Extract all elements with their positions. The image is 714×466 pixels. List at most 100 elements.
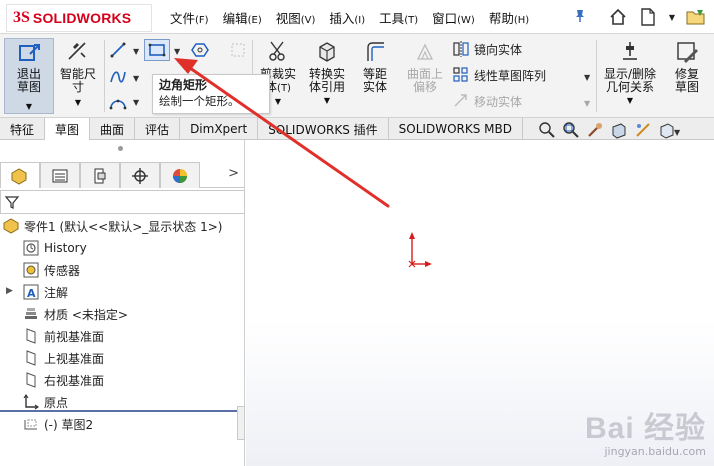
menu-tools[interactable]: 工具(T) <box>379 8 418 27</box>
new-dropdown-icon[interactable]: ▼ <box>666 5 678 29</box>
sketch-origin-icon <box>408 232 432 268</box>
dimxpert-manager-tab-icon[interactable] <box>120 162 160 188</box>
home-icon[interactable] <box>606 5 630 29</box>
tree-root-part[interactable]: 零件1 (默认<<默认>_显示状态 1>) <box>2 216 222 236</box>
tab-dimxpert[interactable]: DimXpert <box>180 118 259 140</box>
arc-dropdown-icon[interactable]: ▼ <box>133 98 139 107</box>
open-folder-icon[interactable] <box>684 5 708 29</box>
tab-addins[interactable]: SOLIDWORKS 插件 <box>258 118 389 140</box>
move-entities-button: 移动实体 <box>452 92 522 110</box>
menu-help[interactable]: 帮助(H) <box>489 8 529 27</box>
tree-item-sketch2[interactable]: (-) 草图2 <box>22 414 93 434</box>
history-icon <box>22 239 40 257</box>
dynamic-annotation-icon[interactable] <box>634 121 652 139</box>
disabled-tool-icon <box>228 40 248 60</box>
tree-item-sensors[interactable]: 传感器 <box>22 260 80 280</box>
zoom-fit-icon[interactable] <box>538 121 556 139</box>
menu-window[interactable]: 窗口(W) <box>432 8 475 27</box>
ribbon-separator <box>104 40 105 112</box>
filter-icon[interactable] <box>4 194 20 210</box>
tooltip-description: 绘制一个矩形。 <box>159 94 240 108</box>
configuration-manager-tab-icon[interactable] <box>80 162 120 188</box>
solidworks-logo[interactable]: 3S SOLIDWORKS <box>6 4 152 32</box>
feature-manager-panel: > 零件1 (默认<<默认>_显示状态 1>) History 传感器 ▶ A … <box>0 140 245 466</box>
repair-sketch-icon <box>672 38 702 66</box>
view-orientation-icon[interactable]: ▼ <box>658 121 680 139</box>
logo-text: SOLIDWORKS <box>32 10 132 26</box>
tree-item-label: 材质 <未指定> <box>44 307 128 322</box>
convert-label: 转换实体引用 <box>308 67 345 94</box>
offset-surface-label: 曲面上偏移 <box>406 67 443 94</box>
chevron-right-icon[interactable]: > <box>228 166 239 181</box>
mirror-entities-button[interactable]: 镜向实体 <box>452 40 522 58</box>
expand-annotations-icon[interactable]: ▶ <box>6 286 13 296</box>
polygon-icon[interactable] <box>190 40 210 60</box>
tree-root-label: 零件1 (默认<<默认>_显示状态 1>) <box>24 219 223 234</box>
new-document-icon[interactable] <box>636 5 660 29</box>
section-view-icon[interactable] <box>610 121 628 139</box>
panel-splitter-handle[interactable] <box>118 146 123 151</box>
tree-item-front-plane[interactable]: 前视基准面 <box>22 326 104 346</box>
title-bar: 3S SOLIDWORKS 文件(F) 编辑(E) 视图(V) 插入(I) 工具… <box>0 0 714 34</box>
arc-icon[interactable] <box>108 92 128 112</box>
zoom-area-icon[interactable] <box>562 121 580 139</box>
smart-dimension-icon <box>63 38 93 66</box>
display-manager-tab-icon[interactable] <box>160 162 200 188</box>
tooltip-title: 边角矩形 <box>159 78 208 92</box>
svg-text:A: A <box>27 287 36 300</box>
tab-evaluate[interactable]: 评估 <box>135 118 181 140</box>
menu-view[interactable]: 视图(V) <box>276 8 316 27</box>
graphics-area[interactable]: Bai 经验 jingyan.baidu.com <box>246 140 714 466</box>
menu-edit[interactable]: 编辑(E) <box>223 8 262 27</box>
line-icon[interactable] <box>108 40 128 60</box>
rollback-bar[interactable] <box>0 410 245 412</box>
offset-icon <box>360 38 390 66</box>
sketch-icon <box>22 415 40 433</box>
ribbon-separator <box>596 40 597 112</box>
display-delete-relations-button[interactable]: 显示/删除几何关系 ▼ <box>600 38 660 114</box>
tree-item-label: 右视基准面 <box>44 373 105 388</box>
pattern-dropdown-icon[interactable]: ▼ <box>584 73 590 82</box>
menu-insert[interactable]: 插入(I) <box>329 8 365 27</box>
tab-mbd[interactable]: SOLIDWORKS MBD <box>389 118 523 140</box>
origin-icon <box>22 393 40 411</box>
tree-item-label: 注解 <box>44 285 69 300</box>
corner-rectangle-icon[interactable] <box>144 39 170 61</box>
feature-tree-filter[interactable] <box>0 190 245 214</box>
ds-logo-mark: 3S <box>13 9 30 26</box>
previous-view-icon[interactable] <box>586 121 604 139</box>
smart-dimension-button[interactable]: 智能尺寸 ▼ <box>56 38 100 114</box>
tree-item-material[interactable]: 材质 <未指定> <box>22 304 128 324</box>
offset-entities-button[interactable]: 等距实体 <box>352 38 398 114</box>
linear-pattern-icon <box>453 67 468 82</box>
annotation-icon: A <box>22 283 40 301</box>
tree-item-history[interactable]: History <box>22 238 87 258</box>
feature-manager-tab-icon[interactable] <box>0 162 40 188</box>
plane-icon <box>22 327 40 345</box>
exit-sketch-button[interactable]: 退出草图 ▼ <box>4 38 54 114</box>
spline-dropdown-icon[interactable]: ▼ <box>133 74 139 83</box>
tab-sketch[interactable]: 草图 <box>45 118 91 140</box>
offset-label: 等距实体 <box>362 67 387 94</box>
tab-surfaces[interactable]: 曲面 <box>90 118 136 140</box>
panel-resize-handle[interactable] <box>237 406 245 440</box>
convert-entities-button[interactable]: 转换实体引用 ▼ <box>302 38 352 114</box>
repair-label: 修复草图 <box>674 67 699 94</box>
tree-item-origin[interactable]: 原点 <box>22 392 68 412</box>
tab-features[interactable]: 特征 <box>0 118 46 140</box>
menu-file[interactable]: 文件(F) <box>170 8 209 27</box>
tree-item-right-plane[interactable]: 右视基准面 <box>22 370 104 390</box>
tree-item-top-plane[interactable]: 上视基准面 <box>22 348 104 368</box>
rectangle-tooltip: 边角矩形 绘制一个矩形。 <box>152 74 270 114</box>
tree-item-label: (-) 草图2 <box>44 417 94 432</box>
rectangle-dropdown-icon[interactable]: ▼ <box>174 47 180 56</box>
pin-icon[interactable] <box>574 9 586 23</box>
repair-sketch-button[interactable]: 修复草图 <box>664 38 710 114</box>
line-dropdown-icon[interactable]: ▼ <box>133 47 139 56</box>
property-manager-tab-icon[interactable] <box>40 162 80 188</box>
command-manager-ribbon: 退出草图 ▼ 智能尺寸 ▼ ▼ ▼ ▼ ▼ 剪裁实体(T) ▼ 转换实体引用 ▼… <box>0 34 714 118</box>
tree-item-annotations[interactable]: A 注解 <box>22 282 68 302</box>
spline-icon[interactable] <box>108 67 128 87</box>
linear-pattern-button[interactable]: 线性草图阵列 <box>452 66 546 84</box>
svg-text:▼: ▼ <box>674 128 680 137</box>
